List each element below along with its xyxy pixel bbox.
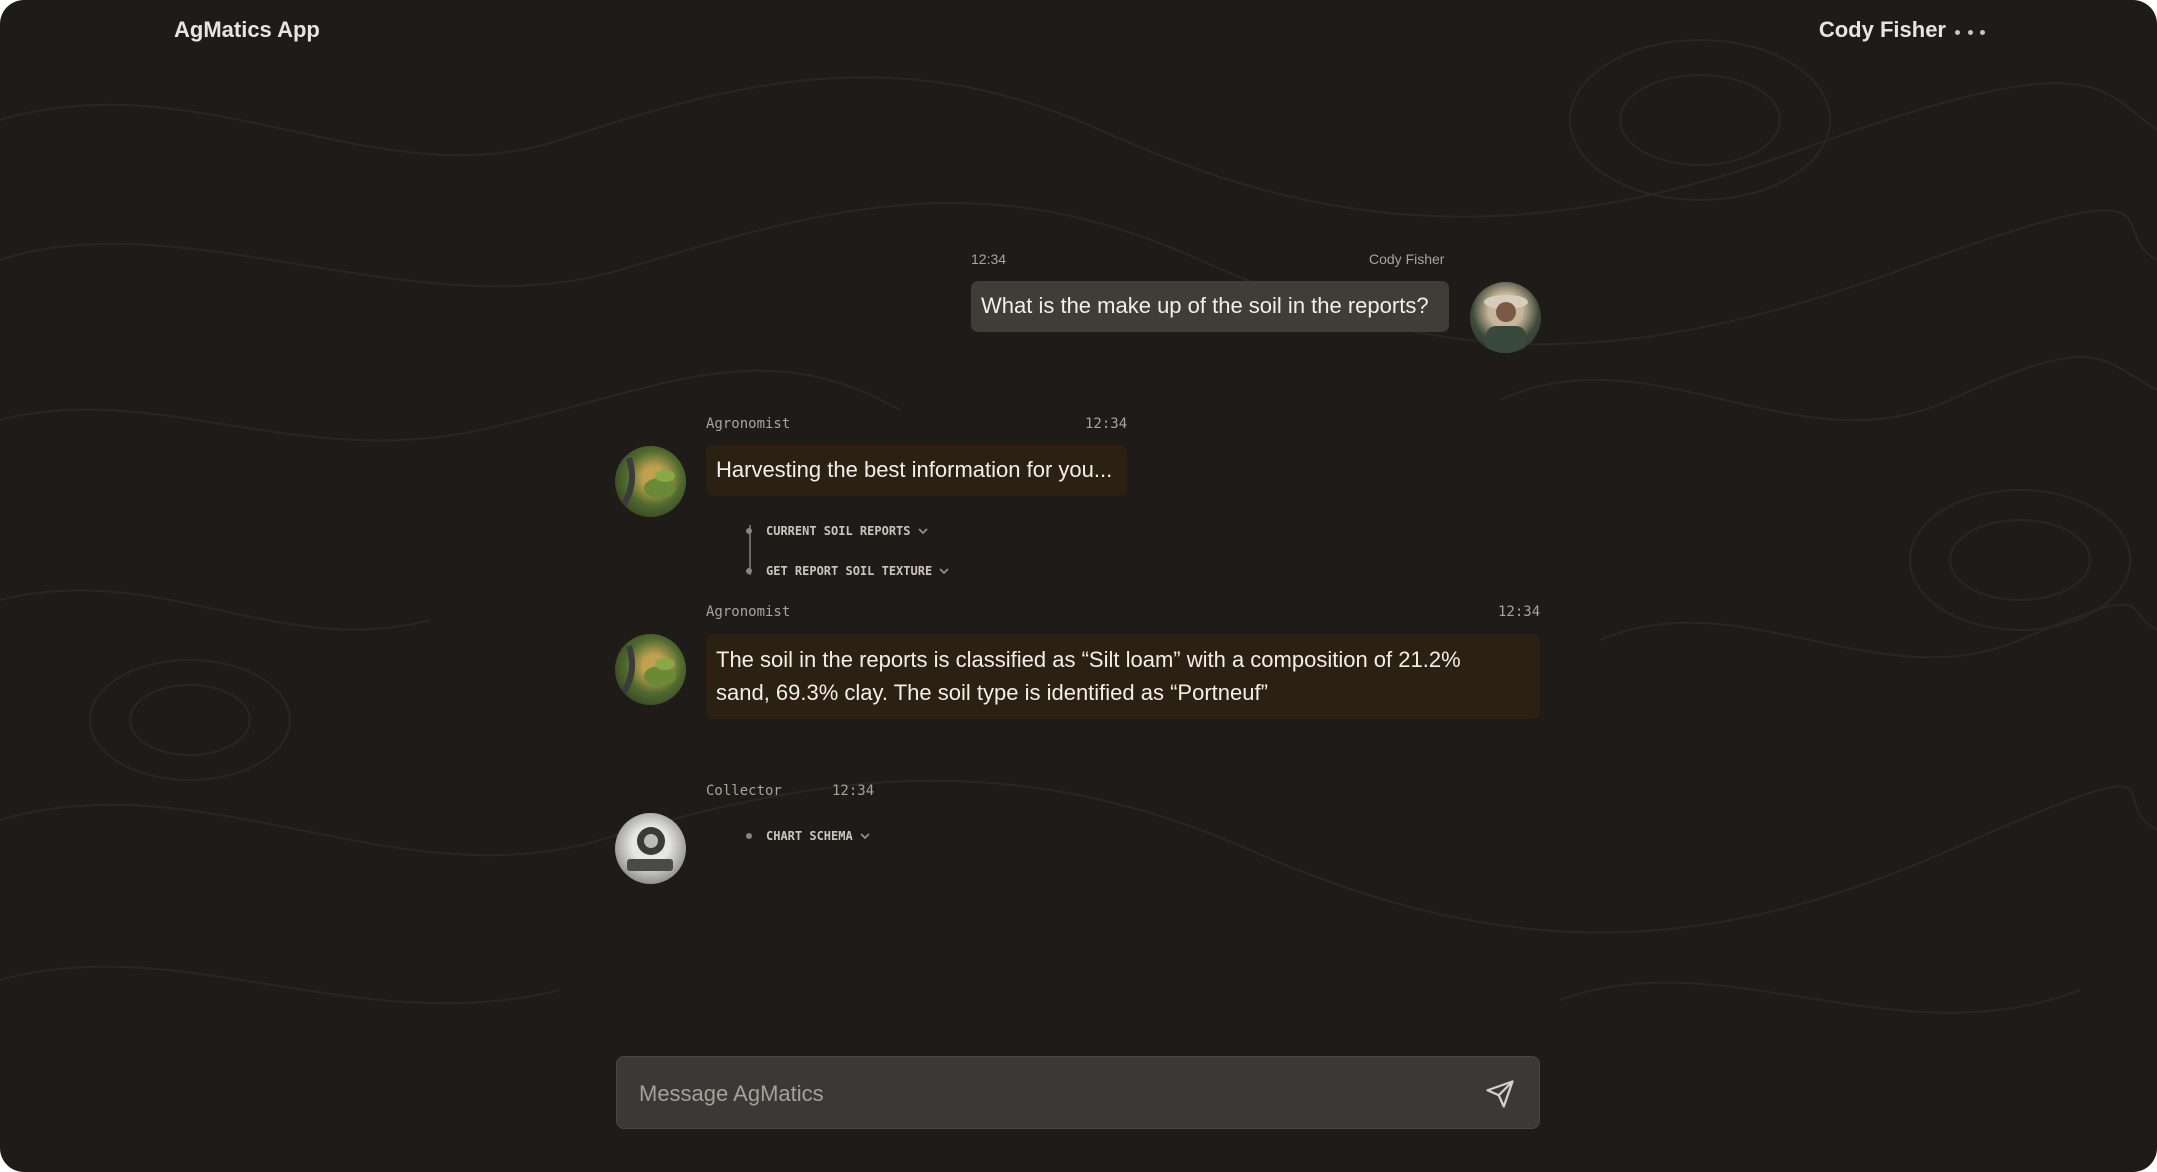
message-sender: Collector [706,783,782,799]
user-message-bubble: What is the make up of the soil in the r… [971,281,1449,332]
send-icon[interactable] [1485,1079,1515,1109]
chevron-down-icon [917,528,928,535]
more-horizontal-icon[interactable] [1955,20,1985,44]
tool-dot-icon [746,568,752,574]
message-time: 12:34 [832,783,875,799]
topographic-background [0,39,2157,1014]
device-icon [627,827,673,871]
message-time: 12:34 [1498,604,1541,620]
message-line: sand, 69.3% clay. The soil type is ident… [716,680,1268,705]
message-composer [616,1056,1540,1130]
message-time: 12:34 [1085,416,1128,432]
plant-icon [620,457,676,508]
chevron-down-icon [939,568,949,575]
message-input[interactable] [637,1057,1491,1130]
agronomist-avatar [615,634,686,705]
tool-call-label: CHART SCHEMA [766,829,853,843]
tool-dot-icon [746,528,752,534]
message-sender: Cody Fisher [1369,251,1445,267]
chevron-down-icon [860,833,870,840]
agent-message-bubble: The soil in the reports is classified as… [706,634,1540,719]
user-avatar [1470,282,1541,353]
app-window: AgMatics App Cody Fisher 12:34 Cody Fish… [0,0,2157,1172]
message-line: The soil in the reports is classified as… [716,647,1461,672]
collector-avatar [615,813,686,884]
plant-icon [620,645,676,696]
tool-dot-icon [746,833,752,839]
user-name[interactable]: Cody Fisher [1819,17,1946,43]
tool-call-current-soil-reports[interactable]: CURRENT SOIL REPORTS [746,524,929,538]
message-time: 12:34 [971,251,1007,267]
app-title: AgMatics App [174,17,320,42]
person-icon [1484,295,1528,353]
agent-message-bubble: Harvesting the best information for you.… [706,445,1127,496]
tool-call-get-report-soil-texture[interactable]: GET REPORT SOIL TEXTURE [746,564,950,578]
tool-call-label: GET REPORT SOIL TEXTURE [766,564,933,578]
message-sender: Agronomist [706,604,791,620]
tool-call-chart-schema[interactable]: CHART SCHEMA [746,829,871,843]
tool-call-label: CURRENT SOIL REPORTS [766,524,911,538]
message-sender: Agronomist [706,416,791,432]
agronomist-avatar [615,446,686,517]
